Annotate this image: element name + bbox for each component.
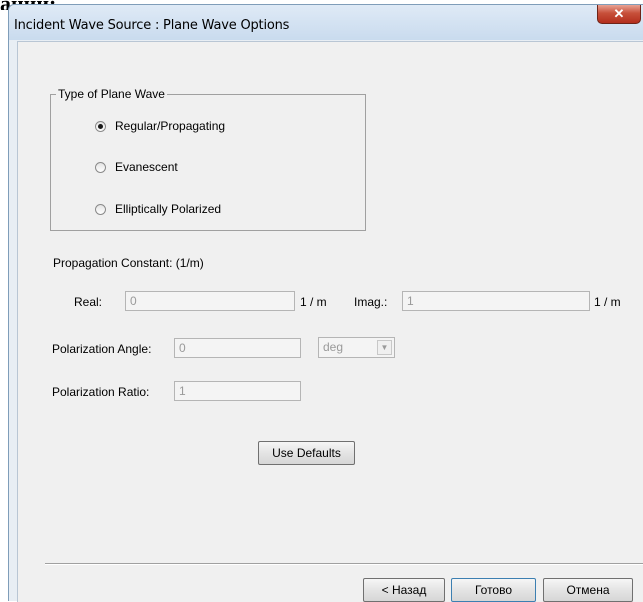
title-bar[interactable]: Incident Wave Source : Plane Wave Option… [9,5,643,40]
close-icon: ✕ [613,6,625,21]
group-title: Type of Plane Wave [56,87,167,101]
real-label: Real: [74,295,103,309]
radio-button[interactable] [95,203,106,215]
radio-elliptically-polarized[interactable]: Elliptically Polarized [95,202,221,216]
radio-button[interactable] [95,161,106,173]
cancel-button[interactable]: Отмена [543,578,633,602]
dialog-window: Incident Wave Source : Plane Wave Option… [8,4,643,602]
chevron-down-icon[interactable]: ▼ [377,340,392,355]
angle-unit-value: deg [323,340,344,354]
window-title: Incident Wave Source : Plane Wave Option… [14,18,290,33]
radio-button-checked[interactable] [95,120,106,132]
radio-label: Elliptically Polarized [115,202,222,216]
polarization-angle-input[interactable]: 0 [174,338,301,358]
radio-evanescent[interactable]: Evanescent [95,160,178,174]
finish-button[interactable]: Готово [451,578,536,602]
angle-unit-select[interactable]: deg ▼ [318,337,395,358]
close-button[interactable]: ✕ [597,5,641,24]
propagation-constant-heading: Propagation Constant: (1/m) [53,256,204,270]
real-input[interactable]: 0 [125,291,295,311]
polarization-ratio-label: Polarization Ratio: [52,385,150,399]
use-defaults-button[interactable]: Use Defaults [258,441,355,465]
back-button[interactable]: < Назад [363,578,445,602]
imag-label: Imag.: [354,295,388,309]
real-unit-label: 1 / m [300,295,327,309]
radio-label: Evanescent [115,160,178,174]
imag-input[interactable]: 1 [402,291,590,311]
polarization-angle-label: Polarization Angle: [52,342,152,356]
radio-regular-propagating[interactable]: Regular/Propagating [95,119,225,133]
footer-separator [45,563,643,565]
radio-label: Regular/Propagating [115,119,226,133]
polarization-ratio-input[interactable]: 1 [174,381,301,401]
plane-wave-type-group: Type of Plane Wave Regular/Propagating E… [50,87,366,231]
dialog-client-area: Type of Plane Wave Regular/Propagating E… [17,41,643,602]
imag-unit-label: 1 / m [594,295,621,309]
